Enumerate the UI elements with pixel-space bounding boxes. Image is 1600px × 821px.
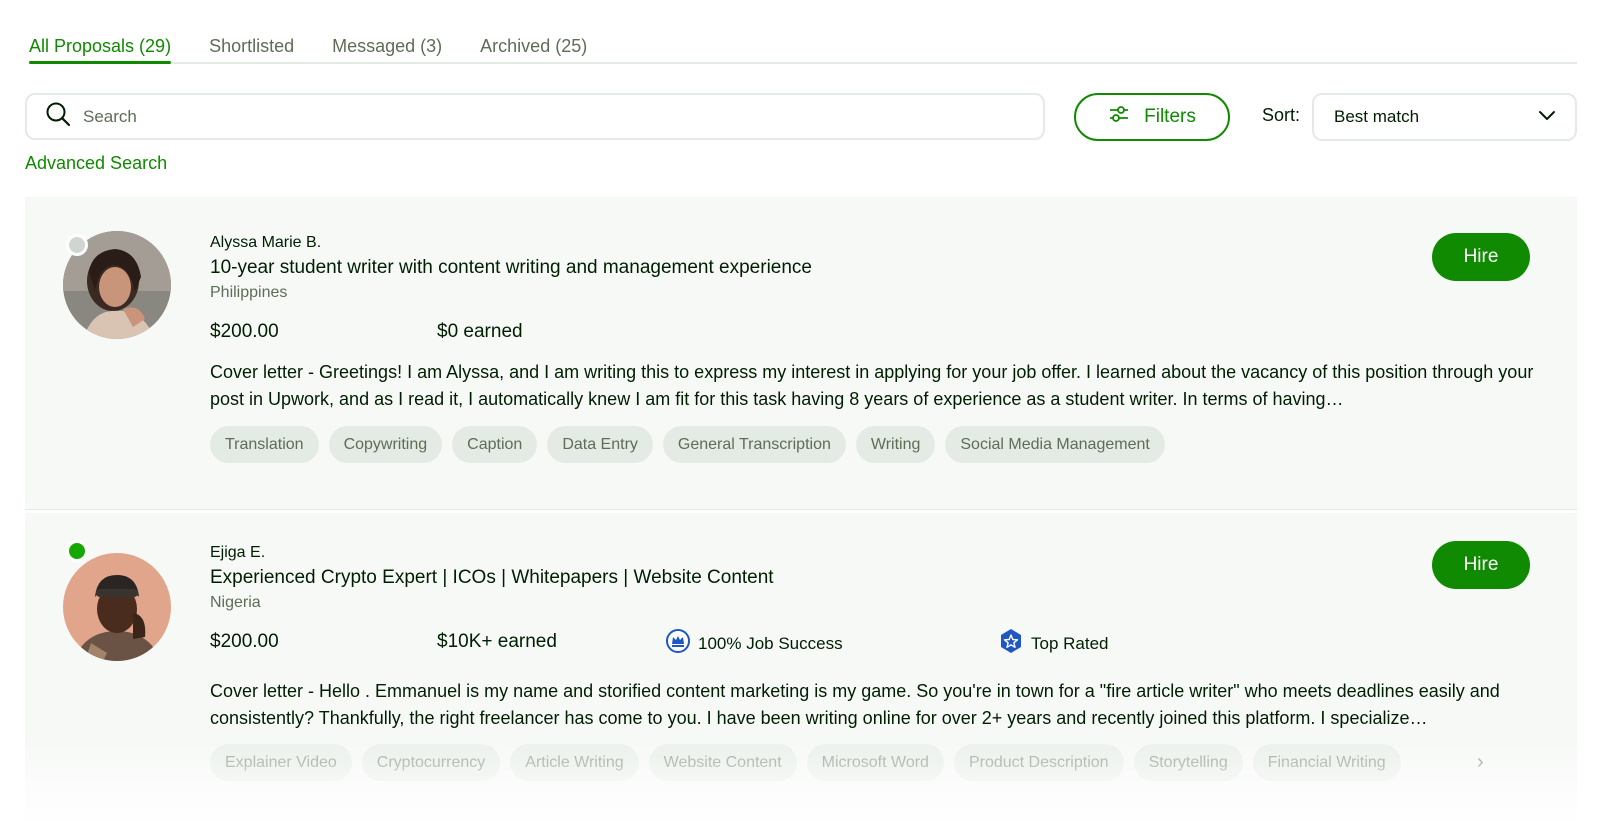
top-rated-text: Top Rated <box>1031 633 1109 653</box>
search-icon <box>45 101 71 132</box>
skill-chip[interactable]: Article Writing <box>510 744 639 781</box>
job-success-badge: 100% Job Success <box>665 628 843 659</box>
search-box[interactable] <box>25 93 1045 140</box>
job-success-text: 100% Job Success <box>698 633 843 653</box>
chevron-down-icon <box>1537 105 1557 130</box>
filters-label: Filters <box>1144 106 1196 127</box>
earned-amount: $0 earned <box>437 321 523 342</box>
skill-chip[interactable]: Website Content <box>648 744 797 781</box>
skill-chip[interactable]: Copywriting <box>328 426 443 463</box>
proposal-tabs: All Proposals (29) Shortlisted Messaged … <box>29 30 1577 64</box>
skill-chip[interactable]: Financial Writing <box>1252 744 1401 781</box>
freelancer-country: Nigeria <box>210 594 261 611</box>
hire-button[interactable]: Hire <box>1432 233 1530 281</box>
tab-all-proposals[interactable]: All Proposals (29) <box>29 30 172 64</box>
skill-chip[interactable]: Caption <box>452 426 538 463</box>
skill-chip[interactable]: Data Entry <box>547 426 653 463</box>
bid-rate: $200.00 <box>210 631 279 652</box>
proposal-card[interactable]: Ejiga E. Experienced Crypto Expert | ICO… <box>25 513 1577 821</box>
advanced-search-link[interactable]: Advanced Search <box>25 153 167 174</box>
skill-chip[interactable]: Social Media Management <box>945 426 1165 463</box>
star-badge-icon <box>998 628 1024 659</box>
sort-selected-value: Best match <box>1334 107 1420 126</box>
skill-chip[interactable]: Cryptocurrency <box>361 744 501 781</box>
offline-status-dot <box>66 234 88 256</box>
freelancer-name[interactable]: Ejiga E. <box>210 544 265 562</box>
cover-letter[interactable]: Cover letter - Greetings! I am Alyssa, a… <box>210 359 1562 413</box>
tab-archived[interactable]: Archived (25) <box>480 30 587 62</box>
skill-chip[interactable]: Product Description <box>953 744 1124 781</box>
avatar[interactable] <box>63 553 171 661</box>
skill-chip[interactable]: Writing <box>855 426 936 463</box>
proposal-title[interactable]: Experienced Crypto Expert | ICOs | White… <box>210 567 774 589</box>
skills-list: Explainer Video Cryptocurrency Article W… <box>210 744 1401 781</box>
sort-select[interactable]: Best match <box>1312 93 1577 141</box>
sliders-icon <box>1108 103 1130 131</box>
search-input[interactable] <box>83 106 983 127</box>
skill-chip[interactable]: General Transcription <box>662 426 846 463</box>
skill-chip[interactable]: Explainer Video <box>210 744 352 781</box>
proposal-title[interactable]: 10-year student writer with content writ… <box>210 257 812 279</box>
freelancer-name[interactable]: Alyssa Marie B. <box>210 234 321 252</box>
bid-rate: $200.00 <box>210 321 279 342</box>
filters-button[interactable]: Filters <box>1074 93 1230 141</box>
skill-chip[interactable]: Microsoft Word <box>806 744 944 781</box>
freelancer-country: Philippines <box>210 284 288 301</box>
crown-badge-icon <box>665 628 691 659</box>
skill-chip[interactable]: Translation <box>210 426 319 463</box>
chevron-right-icon[interactable]: › <box>1477 751 1484 774</box>
online-status-dot <box>66 540 88 562</box>
earned-amount: $10K+ earned <box>437 631 557 652</box>
cover-letter[interactable]: Cover letter - Hello . Emmanuel is my na… <box>210 678 1562 732</box>
top-rated-badge: Top Rated <box>998 628 1109 659</box>
hire-button[interactable]: Hire <box>1432 541 1530 589</box>
skills-list: Translation Copywriting Caption Data Ent… <box>210 426 1165 463</box>
tab-messaged[interactable]: Messaged (3) <box>332 30 442 62</box>
tab-shortlisted[interactable]: Shortlisted <box>209 30 294 62</box>
skill-chip[interactable]: Storytelling <box>1133 744 1243 781</box>
proposal-card[interactable]: Alyssa Marie B. 10-year student writer w… <box>25 197 1577 510</box>
sort-label: Sort: <box>1262 105 1301 125</box>
